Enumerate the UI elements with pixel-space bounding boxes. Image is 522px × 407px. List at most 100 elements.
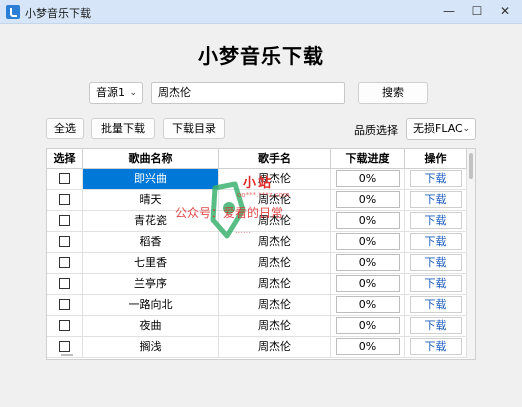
row-checkbox[interactable] (59, 214, 70, 226)
table-row[interactable]: 晴天 周杰伦 0% 下载 (47, 190, 467, 211)
progress-cell: 0% (331, 211, 405, 231)
download-button[interactable]: 下载 (409, 275, 462, 292)
song-name-cell[interactable]: 一路向北 (83, 295, 219, 315)
action-cell: 下载 (405, 274, 467, 294)
table-row[interactable]: 稻香 周杰伦 0% 下载 (47, 232, 467, 253)
action-cell: 下载 (405, 316, 467, 336)
download-button[interactable]: 下载 (409, 191, 462, 208)
singer-cell: 周杰伦 (219, 295, 331, 315)
action-cell: 下载 (405, 232, 467, 252)
singer-cell: 周杰伦 (219, 274, 331, 294)
maximize-button[interactable]: ☐ (462, 0, 492, 24)
progress-cell: 0% (331, 295, 405, 315)
header-progress[interactable]: 下载进度 (331, 149, 405, 169)
progress-cell: 0% (331, 274, 405, 294)
action-cell: 下载 (405, 169, 467, 189)
song-name-cell[interactable]: 七里香 (83, 253, 219, 273)
row-checkbox[interactable] (59, 193, 70, 205)
table-row[interactable]: 兰亭序 周杰伦 0% 下载 (47, 274, 467, 295)
select-cell (47, 295, 83, 315)
download-button[interactable]: 下载 (409, 170, 462, 187)
progress-cell: 0% (331, 232, 405, 252)
close-button[interactable]: ✕ (490, 0, 520, 24)
source-select[interactable]: 音源1 ⌄ (89, 82, 143, 104)
quality-select-value: 无损FLAC (413, 122, 463, 135)
progress-cell: 0% (331, 169, 405, 189)
progress-box: 0% (335, 338, 400, 355)
table-header: 选择 歌曲名称 歌手名 下载进度 操作 (47, 149, 467, 169)
search-input[interactable]: 周杰伦 (151, 82, 345, 104)
progress-box: 0% (335, 275, 400, 292)
download-button[interactable]: 下载 (409, 212, 462, 229)
table-row[interactable]: 七里香 周杰伦 0% 下载 (47, 253, 467, 274)
progress-cell: 0% (331, 337, 405, 357)
row-checkbox[interactable] (59, 298, 70, 310)
action-cell: 下载 (405, 253, 467, 273)
song-name-cell[interactable]: 稻香 (83, 232, 219, 252)
singer-cell: 周杰伦 (219, 232, 331, 252)
download-button[interactable]: 下载 (409, 317, 462, 334)
select-cell (47, 316, 83, 336)
row-checkbox[interactable] (59, 319, 70, 331)
singer-cell: 周杰伦 (219, 190, 331, 210)
app-heading: 小梦音乐下载 (198, 44, 324, 68)
download-button[interactable]: 下载 (409, 233, 462, 250)
header-select[interactable]: 选择 (47, 149, 83, 169)
song-name-cell[interactable]: 夜曲 (83, 316, 219, 336)
batch-download-button[interactable]: 批量下载 (91, 118, 155, 139)
row-checkbox[interactable] (59, 277, 70, 289)
search-button[interactable]: 搜索 (358, 82, 428, 104)
download-dir-button[interactable]: 下载目录 (163, 118, 225, 139)
scrollbar-thumb[interactable] (469, 153, 473, 179)
song-table: 选择 歌曲名称 歌手名 下载进度 操作 即兴曲 周杰伦 0% 下载 晴天 周杰伦 0% 下载青… (46, 148, 476, 360)
table-row[interactable]: 搁浅 周杰伦 0% 下载 (47, 337, 467, 358)
quality-label: 品质选择 (354, 124, 398, 137)
progress-box: 0% (335, 254, 400, 271)
action-cell: 下载 (405, 337, 467, 357)
singer-cell: 周杰伦 (219, 169, 331, 189)
progress-box: 0% (335, 191, 400, 208)
action-cell: 下载 (405, 190, 467, 210)
progress-cell: 0% (331, 316, 405, 336)
progress-cell: 0% (331, 253, 405, 273)
select-all-button[interactable]: 全选 (46, 118, 84, 139)
select-cell (47, 211, 83, 231)
song-name-cell[interactable]: 青花瓷 (83, 211, 219, 231)
vertical-scrollbar[interactable] (467, 149, 475, 359)
header-song-name[interactable]: 歌曲名称 (83, 149, 219, 169)
table-row[interactable]: 夜曲 周杰伦 0% 下载 (47, 316, 467, 337)
table-row[interactable]: 一路向北 周杰伦 0% 下载 (47, 295, 467, 316)
chevron-down-icon: ⌄ (462, 124, 470, 134)
row-checkbox[interactable] (59, 235, 70, 247)
action-cell: 下载 (405, 295, 467, 315)
table-row[interactable]: 即兴曲 周杰伦 0% 下载 (47, 169, 467, 190)
row-checkbox[interactable] (59, 172, 70, 184)
app-icon (6, 5, 20, 19)
header-action[interactable]: 操作 (405, 149, 467, 169)
download-button[interactable]: 下载 (409, 296, 462, 313)
select-cell (47, 169, 83, 189)
download-button[interactable]: 下载 (409, 338, 462, 355)
singer-cell: 周杰伦 (219, 211, 331, 231)
progress-box: 0% (335, 317, 400, 334)
select-cell (47, 253, 83, 273)
song-name-cell[interactable]: 即兴曲 (83, 169, 219, 189)
window-title: 小梦音乐下载 (25, 7, 91, 20)
row-checkbox[interactable] (59, 256, 70, 268)
singer-cell: 周杰伦 (219, 253, 331, 273)
song-name-cell[interactable]: 晴天 (83, 190, 219, 210)
source-select-value: 音源1 (96, 86, 125, 99)
quality-select[interactable]: 无损FLAC ⌄ (406, 118, 476, 140)
row-checkbox[interactable] (59, 340, 70, 352)
horizontal-scroll-indicator[interactable] (61, 354, 73, 356)
song-name-cell[interactable]: 兰亭序 (83, 274, 219, 294)
action-cell: 下载 (405, 211, 467, 231)
header-singer[interactable]: 歌手名 (219, 149, 331, 169)
minimize-button[interactable]: — (434, 0, 464, 24)
chevron-down-icon: ⌄ (129, 88, 137, 98)
table-row[interactable]: 青花瓷 周杰伦 0% 下载 (47, 211, 467, 232)
song-name-cell[interactable]: 搁浅 (83, 337, 219, 357)
download-button[interactable]: 下载 (409, 254, 462, 271)
select-cell (47, 190, 83, 210)
singer-cell: 周杰伦 (219, 316, 331, 336)
